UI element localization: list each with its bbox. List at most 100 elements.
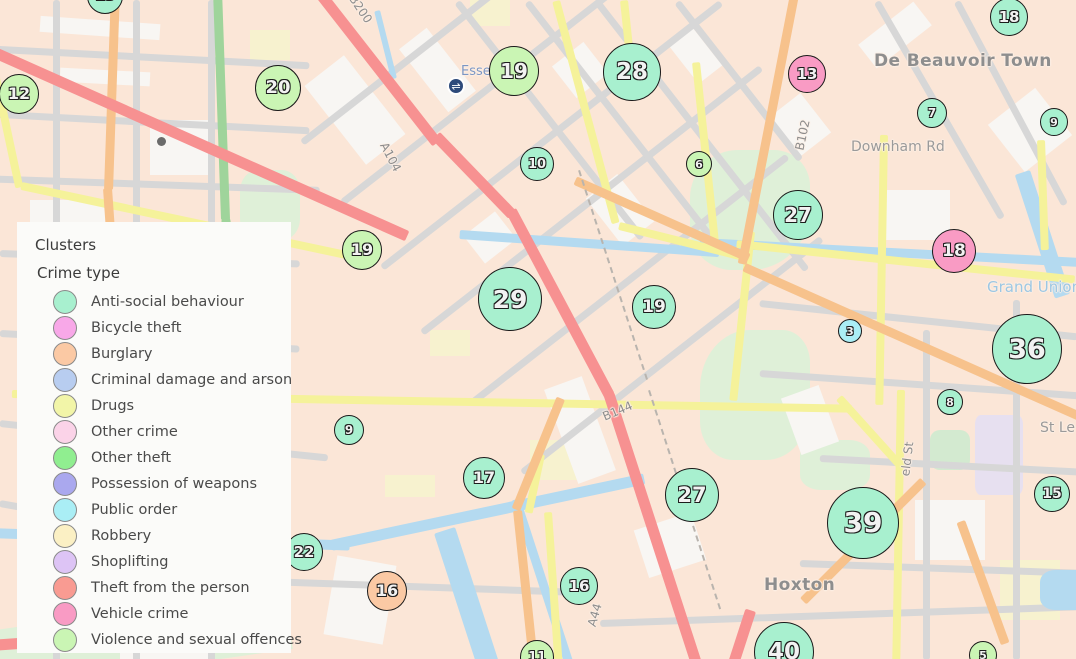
legend-item-label: Criminal damage and arson [91,372,293,388]
cluster-count: 22 [293,542,315,561]
cluster-marker[interactable]: 27 [665,468,719,522]
legend-color-swatch [53,472,77,496]
legend-color-swatch [53,316,77,340]
legend-item[interactable]: Theft from the person [17,575,291,601]
legend-item[interactable]: Shoplifting [17,549,291,575]
cluster-count: 29 [492,284,528,314]
legend-item[interactable]: Other crime [17,419,291,445]
legend-color-swatch [53,550,77,574]
cluster-marker[interactable]: 28 [603,43,661,101]
cluster-marker[interactable]: 18 [990,0,1028,36]
cluster-marker[interactable]: 16 [367,571,407,611]
cluster-count: 39 [843,506,883,539]
legend-item[interactable]: Possession of weapons [17,471,291,497]
cluster-count: 19 [642,296,667,317]
legend-color-swatch [53,446,77,470]
cluster-count: 9 [1050,115,1059,129]
cluster-count: 10 [527,156,547,172]
cluster-marker[interactable]: 19 [489,46,539,96]
cluster-count: 11 [527,649,547,659]
legend-title: Clusters [35,236,97,254]
cluster-count: 15 [1042,486,1063,502]
map-water-label: Grand Union C [987,278,1076,296]
cluster-marker[interactable]: 8 [937,389,963,415]
legend-item-label: Other theft [91,450,172,466]
cluster-count: 9 [344,423,354,437]
cluster-marker[interactable]: 18 [932,229,976,273]
cluster-marker[interactable]: 40 [754,622,814,659]
legend-item[interactable]: Public order [17,497,291,523]
cluster-count: 6 [695,157,704,171]
legend-item-list: Anti-social behaviour Bicycle theft Burgla… [17,289,302,653]
cluster-count: 19 [500,59,529,83]
legend-item-label: Other crime [91,424,178,440]
legend-color-swatch [53,576,77,600]
legend-item[interactable]: Robbery [17,523,291,549]
legend-color-swatch [53,394,77,418]
legend-item[interactable]: Violence and sexual offences [17,627,302,653]
cluster-marker[interactable]: 20 [255,65,301,111]
cluster-marker[interactable]: 29 [478,267,542,331]
pond [1040,570,1076,610]
map-place-label: De Beauvoir Town [874,51,1052,71]
cluster-marker[interactable]: 16 [560,567,598,605]
legend-item-label: Anti-social behaviour [91,294,244,310]
map-street-label: Downham Rd [851,139,945,155]
legend-item[interactable]: Vehicle crime [17,601,291,627]
cluster-count: 18 [942,240,967,261]
legend-item-label: Violence and sexual offences [91,632,302,648]
cluster-count: 5 [979,648,988,659]
cluster-marker[interactable]: 10 [520,147,554,181]
legend-item[interactable]: Other theft [17,445,291,471]
map-road-ref-label: B200 [346,0,376,26]
landuse-commercial [250,30,290,60]
train-station-icon: ⇌ [447,77,465,95]
legend-item-label: Robbery [91,528,152,544]
cluster-marker[interactable]: 36 [992,314,1062,384]
cluster-marker[interactable]: 3 [838,319,862,343]
cluster-marker[interactable]: 17 [463,457,505,499]
clusters-legend-panel: Clusters Crime type Anti-social behaviou… [17,222,302,653]
legend-color-swatch [53,368,77,392]
cluster-marker[interactable]: 6 [686,151,712,177]
legend-item[interactable]: Drugs [17,393,291,419]
cluster-count: 40 [767,638,800,659]
cluster-marker[interactable]: 7 [917,98,947,128]
legend-color-swatch [53,290,77,314]
road-yellow [875,134,888,405]
legend-item-label: Vehicle crime [91,606,189,622]
cluster-marker[interactable]: 12 [0,74,39,114]
cluster-count: 20 [265,77,291,98]
legend-color-swatch [53,524,77,548]
cluster-count: 27 [784,203,813,227]
cluster-marker[interactable]: 5 [969,641,997,659]
cluster-count: 13 [796,64,818,83]
map-place-label: Hoxton [764,575,836,595]
cluster-count: 8 [946,395,955,409]
cluster-marker[interactable]: 27 [773,190,823,240]
legend-item[interactable]: Burglary [17,341,291,367]
cluster-marker[interactable]: 19 [342,230,382,270]
legend-color-swatch [53,628,77,652]
legend-color-swatch [53,602,77,626]
cluster-marker[interactable]: 19 [632,285,676,329]
legend-item-label: Bicycle theft [91,320,182,336]
cluster-marker[interactable]: 39 [827,487,899,559]
cluster-marker[interactable]: 13 [788,55,826,93]
map-application: ⇌ De Beauvoir Town Hoxton Downham Rd St Le… [0,0,1076,659]
legend-item[interactable]: Bicycle theft [17,315,291,341]
legend-item[interactable]: Criminal damage and arson [17,367,293,393]
cluster-count: 15 [95,0,116,4]
cluster-marker[interactable]: 11 [520,640,554,659]
cluster-marker[interactable]: 9 [334,415,364,445]
map-street-label: St Le [1040,420,1075,436]
legend-color-swatch [53,420,77,444]
cluster-marker[interactable]: 9 [1040,108,1068,136]
landuse-commercial [385,475,435,497]
legend-color-swatch [53,342,77,366]
legend-item[interactable]: Anti-social behaviour [17,289,291,315]
cluster-count: 16 [568,576,590,595]
cluster-marker[interactable]: 15 [1034,476,1070,512]
legend-item-label: Theft from the person [91,580,250,596]
cluster-count: 12 [7,84,31,103]
